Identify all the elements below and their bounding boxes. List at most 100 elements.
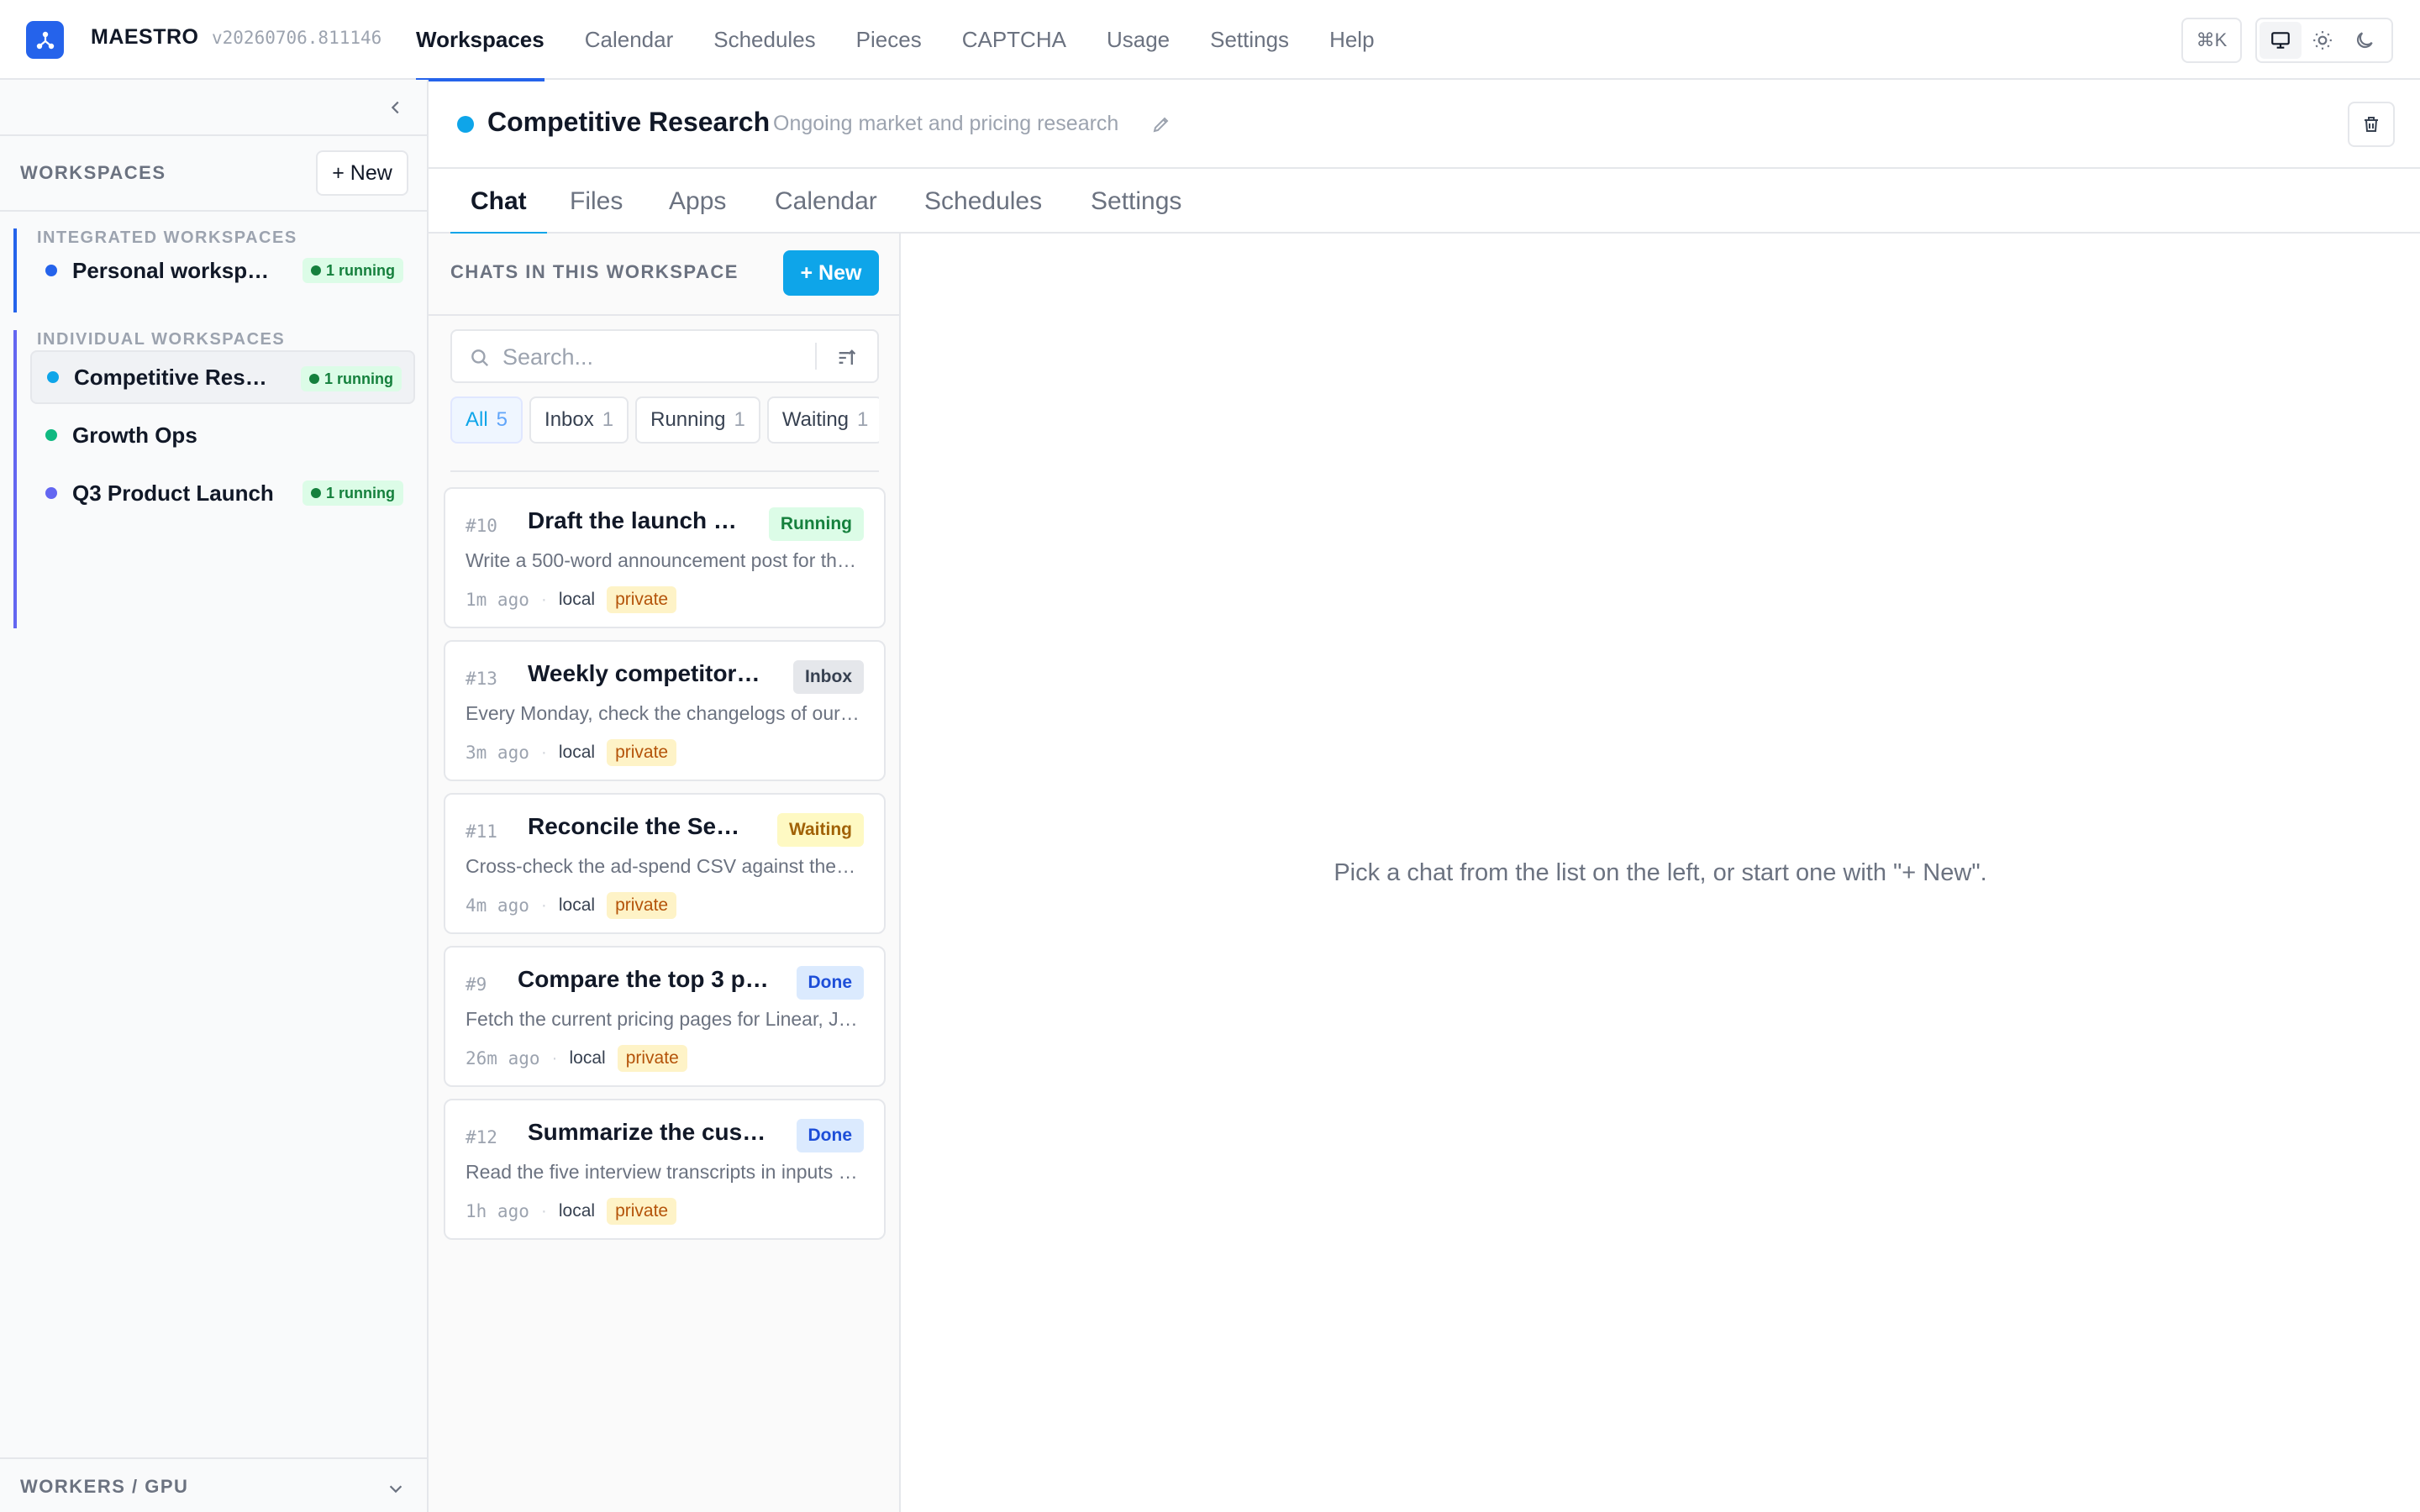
sidebar-item-workspace[interactable]: Competitive Research 1 running — [30, 350, 415, 404]
meta-separator: · — [540, 743, 547, 762]
filter-chip-count: 1 — [602, 408, 614, 431]
chat-time-ago: 1h ago — [466, 1201, 529, 1221]
top-nav-bar: MAESTRO v20260706.811146 Workspaces Calen… — [0, 0, 2420, 81]
chat-location: local — [558, 743, 596, 762]
filter-chip-count: 1 — [734, 408, 745, 431]
filter-chip-label: Running — [650, 408, 726, 431]
chat-description: Cross-check the ad-spend CSV against the… — [466, 855, 860, 877]
filter-chip-count: 5 — [496, 408, 508, 431]
chat-description: Fetch the current pricing pages for Line… — [466, 1008, 860, 1030]
sidebar-item-workspace[interactable]: Personal workspace 1 running — [30, 244, 415, 297]
pencil-icon — [1153, 117, 1169, 133]
chat-visibility-badge: private — [607, 892, 677, 919]
edit-workspace-button[interactable] — [1147, 110, 1176, 139]
filter-chip-label: Waiting — [781, 408, 850, 431]
chat-number: #12 — [466, 1127, 497, 1147]
chat-search-box[interactable]: Search... — [450, 329, 879, 383]
chat-description: Read the five interview transcripts in i… — [466, 1161, 860, 1183]
search-separator — [815, 343, 817, 370]
chat-visibility-badge: private — [607, 1198, 677, 1225]
workers-gpu-section[interactable]: WORKERS / GPU — [0, 1457, 427, 1512]
filter-chip-label: All — [466, 408, 488, 431]
maestro-logo-icon[interactable] — [26, 21, 64, 59]
running-dot-icon — [311, 488, 321, 498]
nav-schedules[interactable]: Schedules — [713, 0, 815, 80]
chat-card[interactable]: #13 Inbox Weekly competitor changelog dige… — [444, 640, 886, 781]
chat-card[interactable]: #9 Done Compare the top 3 project manageme… — [444, 946, 886, 1087]
workspace-name: Personal workspace — [72, 257, 274, 283]
chat-time-ago: 4m ago — [466, 895, 529, 916]
tab-files[interactable]: Files — [570, 169, 623, 234]
filter-chip-count: 1 — [857, 408, 869, 431]
nav-workspaces[interactable]: Workspaces — [416, 0, 544, 81]
chat-description: Every Monday, check the changelogs of ou… — [466, 702, 860, 724]
theme-system-button[interactable] — [2260, 22, 2302, 59]
search-input[interactable]: Search... — [502, 344, 593, 370]
monitor-icon — [2271, 32, 2290, 49]
workspace-title-bar: Competitive Research Ongoing market and … — [429, 80, 2420, 169]
chat-title: Summarize the customer interviews — [528, 1119, 770, 1145]
chat-meta: 3m ago · local private — [466, 738, 677, 768]
sun-icon — [2313, 31, 2332, 50]
sidebar-item-workspace[interactable]: Growth Ops — [30, 408, 415, 462]
chat-title: Compare the top 3 project management too… — [518, 966, 770, 992]
moon-icon — [2356, 32, 2373, 49]
tab-chat[interactable]: Chat — [450, 169, 547, 235]
chat-location: local — [558, 895, 596, 915]
new-workspace-button[interactable]: + New — [316, 150, 408, 196]
sidebar-item-workspace[interactable]: Q3 Product Launch 1 running — [30, 466, 415, 520]
filter-chip-running[interactable]: Running 1 — [635, 396, 760, 444]
theme-dark-button[interactable] — [2344, 22, 2386, 59]
filter-chip-waiting[interactable]: Waiting 1 — [766, 396, 879, 444]
nav-usage[interactable]: Usage — [1107, 0, 1170, 80]
chat-number: #9 — [466, 974, 487, 995]
expand-workers-button[interactable] — [383, 1476, 408, 1501]
nav-settings[interactable]: Settings — [1210, 0, 1289, 80]
nav-calendar[interactable]: Calendar — [585, 0, 674, 80]
meta-separator: · — [551, 1048, 558, 1068]
group-label: INDIVIDUAL WORKSPACES — [37, 330, 286, 349]
workers-gpu-title: WORKERS / GPU — [20, 1476, 189, 1497]
theme-light-button[interactable] — [2302, 22, 2344, 59]
chat-card[interactable]: #10 Running Draft the launch announcement W… — [444, 487, 886, 628]
chat-list-header: CHATS IN THIS WORKSPACE + New — [429, 234, 899, 316]
delete-workspace-button[interactable] — [2348, 102, 2395, 147]
workspace-color-dot — [47, 371, 59, 383]
chat-meta: 1h ago · local private — [466, 1196, 677, 1226]
running-badge-label: 1 running — [324, 370, 393, 387]
nav-captcha[interactable]: CAPTCHA — [962, 0, 1066, 80]
meta-separator: · — [540, 895, 547, 915]
chat-status-badge: Waiting — [776, 813, 864, 847]
tab-settings[interactable]: Settings — [1091, 169, 1181, 234]
filter-chip-all[interactable]: All 5 — [450, 396, 523, 444]
workspace-color-dot — [457, 116, 474, 133]
workspace-name: Q3 Product Launch — [72, 480, 274, 506]
integrated-workspaces-group: INTEGRATED WORKSPACES Personal workspace… — [13, 228, 415, 312]
nav-pieces[interactable]: Pieces — [856, 0, 922, 80]
tab-apps[interactable]: Apps — [669, 169, 726, 234]
tab-schedules[interactable]: Schedules — [924, 169, 1042, 234]
chat-card[interactable]: #11 Waiting Reconcile the September ad spe… — [444, 793, 886, 934]
meta-separator: · — [540, 1201, 547, 1221]
filter-chip-inbox[interactable]: Inbox 1 — [529, 396, 629, 444]
chat-number: #10 — [466, 516, 497, 536]
workspace-name: Growth Ops — [72, 422, 197, 448]
running-badge: 1 running — [302, 480, 403, 506]
nav-help[interactable]: Help — [1329, 0, 1374, 80]
chat-meta: 26m ago · local private — [466, 1043, 687, 1074]
running-badge: 1 running — [301, 366, 402, 391]
collapse-sidebar-button[interactable] — [383, 95, 408, 120]
tab-calendar[interactable]: Calendar — [775, 169, 877, 234]
command-palette-button[interactable]: ⌘K — [2181, 18, 2242, 63]
filter-chip-label: Inbox — [544, 408, 594, 431]
chat-card[interactable]: #12 Done Summarize the customer interviews… — [444, 1099, 886, 1240]
chat-number: #13 — [466, 669, 497, 689]
top-nav: Workspaces Calendar Schedules Pieces CAPTCHA… — [416, 0, 1415, 81]
running-dot-icon — [309, 374, 319, 384]
new-chat-button[interactable]: + New — [783, 250, 879, 296]
chat-number: #11 — [466, 822, 497, 842]
sort-filter-button[interactable] — [834, 344, 860, 371]
individual-workspaces-group: INDIVIDUAL WORKSPACES Competitive Resear… — [13, 330, 415, 628]
chevron-left-icon — [391, 101, 399, 114]
chat-title: Draft the launch announcement — [528, 507, 748, 533]
